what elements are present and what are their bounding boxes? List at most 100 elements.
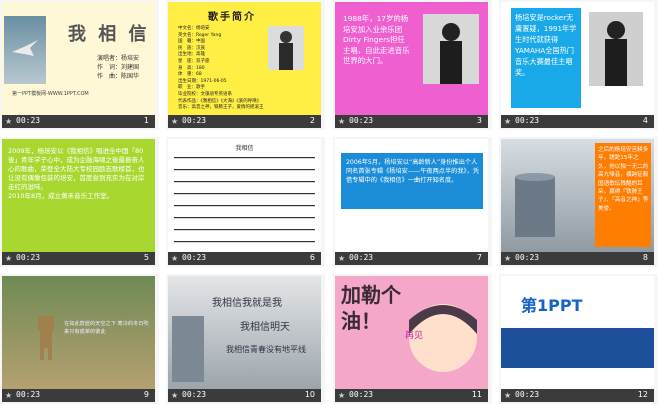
star-icon: ★: [504, 254, 512, 263]
slide-canvas: 我相信我就是我 我相信明天 我相信青春没有地平线: [168, 276, 321, 389]
slide-number: 1: [143, 116, 149, 125]
slide-thumb-3[interactable]: 1988年，17岁的杨培安加入业余乐团Dirty Fingers担任主唱，自此走…: [333, 0, 492, 130]
slide-thumb-11[interactable]: 加勒个油！ 再见 ★ 00:23 11: [333, 274, 492, 404]
slide-thumb-2[interactable]: 歌手简介 中文名：杨培安 英文名：Roger Yang 国 籍：中国民 族：汉族 出生…: [166, 0, 325, 130]
sheet-music: [174, 157, 315, 243]
slide-canvas: 我相信: [168, 139, 321, 252]
slide-number: 11: [471, 390, 482, 399]
slide-number: 5: [143, 253, 149, 262]
timing-label: 00:23: [515, 253, 540, 262]
star-icon: ★: [338, 391, 346, 400]
slide-body: 1988年，17岁的杨培安加入业余乐团Dirty Fingers担任主唱，自此走…: [343, 14, 410, 65]
timing-label: 00:23: [16, 253, 41, 262]
lyric-line-1: 我相信我就是我: [212, 298, 282, 309]
slide-thumb-7[interactable]: 2006年5月，杨培安以“高龄新人”身份推出个人同名首张专辑《杨培安——午夜两点…: [333, 137, 492, 267]
singer-photo: [268, 26, 304, 70]
slide-thumb-9[interactable]: 在如此蔚蓝的天空之下 寒冷的冬日吹来只有孤单的彼此 ★ 00:23 9: [0, 274, 159, 404]
slide-canvas: 2009年，杨培安以《我相信》唱进全中国「80後」青年学子心中，成为企融海啸之後…: [2, 139, 155, 252]
slide-canvas: 第1PPT: [501, 276, 654, 389]
slide-heading: 歌手简介: [208, 12, 256, 23]
thumb-bar: ★ 00:23 2: [168, 115, 321, 128]
timing-label: 00:23: [182, 116, 207, 125]
thumb-bar: ★ 00:23 10: [168, 389, 321, 402]
info-band: [501, 328, 654, 368]
tag-label: 再见: [405, 331, 424, 341]
slide-body: 杨培安是rocker无庸置疑，1991年学生时代就获得YAMAHA全国热门音乐大…: [515, 13, 577, 77]
star-icon: ★: [5, 117, 13, 126]
slide-title: 加勒个油！: [341, 283, 401, 333]
slide-thumb-5[interactable]: 2009年，杨培安以《我相信》唱进全中国「80後」青年学子心中，成为企融海啸之後…: [0, 137, 159, 267]
brand-logo: 第1PPT: [521, 296, 583, 315]
thumb-bar: ★ 00:23 6: [168, 252, 321, 265]
bio-list: 中文名：杨培安 英文名：Roger Yang 国 籍：中国民 族：汉族 出生地：高雄星…: [178, 26, 264, 111]
bird-icon: [12, 40, 38, 56]
slide-canvas: 我 相 信 演唱者：杨培安作 词：刘建国作 曲：陈国华 第一PPT模板网-WWW…: [2, 2, 155, 115]
slide-thumb-8[interactable]: 之后的杨培安苦耕多年，蹉跎15年之久，他以独一无二的高亢嗓音，横跨征服国语歌坛残…: [499, 137, 658, 267]
star-icon: ★: [171, 117, 179, 126]
slide-number: 8: [642, 253, 648, 262]
text-panel: 2006年5月，杨培安以“高龄新人”身份推出个人同名首张专辑《杨培安——午夜两点…: [341, 153, 483, 209]
star-icon: ★: [504, 117, 512, 126]
box-figure-icon: [38, 316, 54, 360]
slide-canvas: 2006年5月，杨培安以“高龄新人”身份推出个人同名首张专辑《杨培安——午夜两点…: [335, 139, 488, 252]
slide-body: 2009年，杨培安以《我相信》唱进全中国「80後」青年学子心中，成为企融海啸之後…: [8, 147, 145, 200]
thumb-bar: ★ 00:23 3: [335, 115, 488, 128]
slide-body: 在如此蔚蓝的天空之下 寒冷的冬日吹来只有孤单的彼此: [64, 321, 149, 335]
thumb-bar: ★ 00:23 1: [2, 115, 155, 128]
thumb-bar: ★ 00:23 9: [2, 389, 155, 402]
slide-canvas: 在如此蔚蓝的天空之下 寒冷的冬日吹来只有孤单的彼此: [2, 276, 155, 389]
slide-number: 9: [143, 390, 149, 399]
slide-number: 7: [476, 253, 482, 262]
star-icon: ★: [5, 391, 13, 400]
cup-icon: [515, 173, 555, 237]
star-icon: ★: [5, 254, 13, 263]
slide-canvas: 杨培安是rocker无庸置疑，1991年学生时代就获得YAMAHA全国热门音乐大…: [501, 2, 654, 115]
lyric-line-3: 我相信青春没有地平线: [226, 345, 306, 354]
slide-number: 4: [642, 116, 648, 125]
thumb-bar: ★ 00:23 11: [335, 389, 488, 402]
thumb-bar: ★ 00:23 5: [2, 252, 155, 265]
singer-photo: [589, 12, 643, 86]
singer-photo: [423, 14, 479, 84]
slide-number: 6: [309, 253, 315, 262]
timing-label: 00:23: [182, 253, 207, 262]
slide-canvas: 1988年，17岁的杨培安加入业余乐团Dirty Fingers担任主唱，自此走…: [335, 2, 488, 115]
sheet-title: 我相信: [235, 145, 254, 152]
thumb-bar: ★ 00:23 8: [501, 252, 654, 265]
star-icon: ★: [171, 254, 179, 263]
text-panel: 之后的杨培安苦耕多年，蹉跎15年之久，他以独一无二的高亢嗓音，横跨征服国语歌坛残…: [595, 143, 651, 247]
timing-label: 00:23: [182, 390, 207, 399]
slide-canvas: 加勒个油！ 再见: [335, 276, 488, 389]
text-panel: 杨培安是rocker无庸置疑，1991年学生时代就获得YAMAHA全国热门音乐大…: [511, 8, 581, 108]
star-icon: ★: [338, 117, 346, 126]
slide-thumb-6[interactable]: 我相信 ★ 00:23 6: [166, 137, 325, 267]
slide-thumb-4[interactable]: 杨培安是rocker无庸置疑，1991年学生时代就获得YAMAHA全国热门音乐大…: [499, 0, 658, 130]
star-icon: ★: [504, 391, 512, 400]
slide-credits: 演唱者：杨培安作 词：刘建国作 曲：陈国华: [97, 55, 140, 80]
thumb-bar: ★ 00:23 4: [501, 115, 654, 128]
thumb-bar: ★ 00:23 12: [501, 389, 654, 402]
timing-label: 00:23: [515, 116, 540, 125]
slide-number: 12: [637, 390, 648, 399]
star-icon: ★: [171, 391, 179, 400]
lyric-line-2: 我相信明天: [240, 322, 290, 333]
thumb-bar: ★ 00:23 7: [335, 252, 488, 265]
slide-thumb-1[interactable]: 我 相 信 演唱者：杨培安作 词：刘建国作 曲：陈国华 第一PPT模板网-WWW…: [0, 0, 159, 130]
timing-label: 00:23: [16, 390, 41, 399]
timing-label: 00:23: [349, 253, 374, 262]
slide-title: 我 相 信: [68, 24, 150, 45]
timing-label: 00:23: [515, 390, 540, 399]
slide-canvas: 歌手简介 中文名：杨培安 英文名：Roger Yang 国 籍：中国民 族：汉族 出生…: [168, 2, 321, 115]
slide-number: 2: [309, 116, 315, 125]
star-icon: ★: [338, 254, 346, 263]
slide-number: 3: [476, 116, 482, 125]
slide-number: 10: [304, 390, 315, 399]
timing-label: 00:23: [16, 116, 41, 125]
slide-body: 2006年5月，杨培安以“高龄新人”身份推出个人同名首张专辑《杨培安——午夜两点…: [346, 159, 480, 184]
cup-icon: [172, 316, 204, 382]
timing-label: 00:23: [349, 390, 374, 399]
slide-canvas: 之后的杨培安苦耕多年，蹉跎15年之久，他以独一无二的高亢嗓音，横跨征服国语歌坛残…: [501, 139, 654, 252]
slide-footer: 第一PPT模板网-WWW.1PPT.COM: [12, 91, 89, 97]
slide-thumb-10[interactable]: 我相信我就是我 我相信明天 我相信青春没有地平线 ★ 00:23 10: [166, 274, 325, 404]
slide-thumb-12[interactable]: 第1PPT ★ 00:23 12: [499, 274, 658, 404]
